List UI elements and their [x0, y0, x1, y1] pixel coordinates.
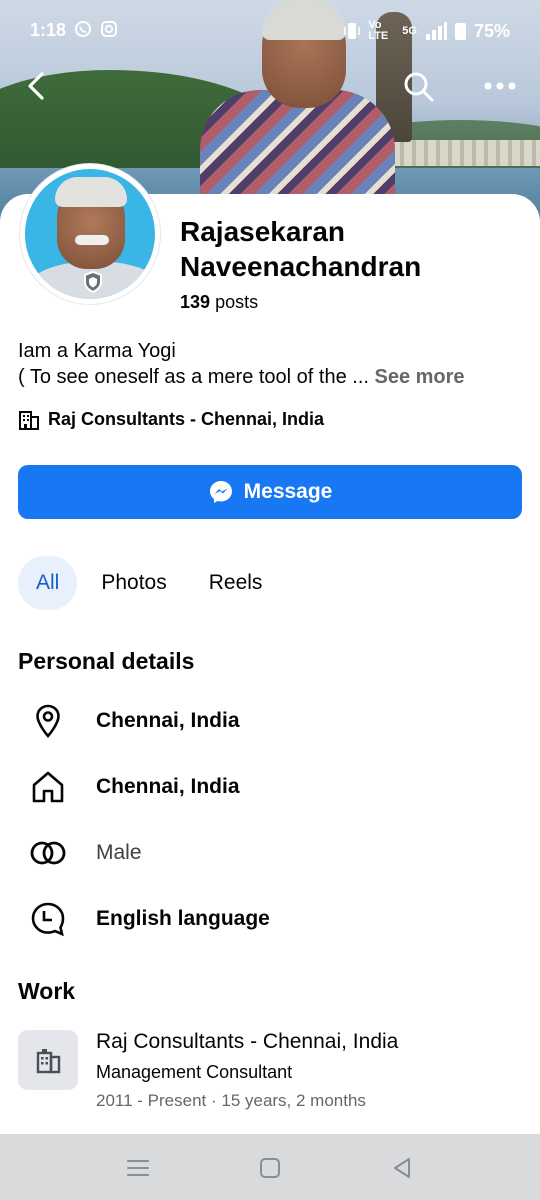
- profile-name-first: Rajasekaran: [180, 216, 346, 247]
- vibrate-icon: [344, 23, 361, 39]
- status-right: Vo LTE 5G 75%: [344, 20, 510, 42]
- location-pin-icon: [36, 704, 60, 738]
- detail-language-text: English language: [96, 907, 270, 930]
- whatsapp-icon: [75, 21, 91, 37]
- message-button[interactable]: Message: [18, 465, 522, 519]
- tab-photos[interactable]: Photos: [83, 556, 184, 610]
- battery-icon: [454, 22, 466, 40]
- search-icon[interactable]: [400, 68, 436, 104]
- see-more-link[interactable]: See more: [375, 366, 465, 388]
- tab-all[interactable]: All: [18, 556, 78, 610]
- work-icon-box: [18, 1030, 78, 1090]
- battery-percent: 75%: [473, 20, 510, 41]
- profile-workplace[interactable]: Raj Consultants - Chennai, India: [18, 408, 324, 430]
- volte-label: Vo LTE: [368, 19, 389, 42]
- cover-bridge: [380, 140, 540, 166]
- instagram-icon: [101, 21, 118, 37]
- posts-label: posts: [215, 292, 259, 312]
- notification-icons: [74, 20, 118, 40]
- detail-gender-text: Male: [96, 841, 142, 864]
- language-chat-icon: [31, 902, 65, 937]
- more-options-icon[interactable]: [478, 68, 522, 104]
- detail-hometown-text: Chennai, India: [96, 775, 240, 798]
- profile-avatar[interactable]: [20, 164, 160, 304]
- posts-number: 139: [180, 292, 211, 312]
- personal-details-title: Personal details: [18, 648, 195, 674]
- back-button-icon[interactable]: [388, 1154, 416, 1182]
- work-duration: 2011 - Present · 15 years, 2 months: [96, 1091, 366, 1110]
- detail-language[interactable]: English language: [18, 894, 518, 944]
- profile-tabs: All Photos Reels: [18, 556, 286, 610]
- status-bar: 1:18 Vo LTE 5G 75%: [0, 0, 540, 64]
- bio-line-1: Iam a Karma Yogi: [18, 340, 176, 362]
- detail-current-city-text: Chennai, India: [96, 709, 240, 732]
- avatar-hair: [55, 177, 127, 207]
- gender-rings-icon: [30, 841, 66, 865]
- building-icon: [19, 411, 39, 430]
- network-type: 5G: [402, 24, 417, 37]
- signal-icon: [425, 22, 447, 40]
- back-arrow-icon[interactable]: [20, 68, 56, 104]
- detail-current-city[interactable]: Chennai, India: [18, 696, 518, 746]
- home-button-icon[interactable]: [256, 1154, 284, 1182]
- posts-count[interactable]: 139 posts: [180, 292, 258, 313]
- profile-name: Rajasekaran Naveenachandran: [180, 214, 520, 284]
- message-button-label: Message: [243, 480, 333, 503]
- profile-guard-shield-icon: [84, 271, 102, 293]
- work-position: Management Consultant: [96, 1062, 293, 1082]
- tab-reels[interactable]: Reels: [191, 556, 281, 610]
- profile-name-last: Naveenachandran: [180, 251, 422, 282]
- work-company: Raj Consultants - Chennai, India: [96, 1030, 399, 1053]
- workplace-text: Raj Consultants - Chennai, India: [48, 408, 325, 429]
- bio-line-2-text: ( To see oneself as a mere tool of the .…: [18, 366, 369, 388]
- work-details: Raj Consultants - Chennai, India Managem…: [96, 1030, 398, 1116]
- recent-apps-icon[interactable]: [124, 1154, 152, 1182]
- detail-gender[interactable]: Male: [18, 828, 518, 878]
- messenger-icon: [209, 481, 232, 503]
- bio-line-2: ( To see oneself as a mere tool of the .…: [18, 364, 528, 390]
- home-icon: [32, 771, 64, 803]
- status-time: 1:18: [30, 20, 67, 40]
- profile-bio: Iam a Karma Yogi ( To see oneself as a m…: [18, 338, 528, 390]
- briefcase-building-icon: [36, 1049, 61, 1074]
- detail-hometown[interactable]: Chennai, India: [18, 762, 518, 812]
- work-section-title: Work: [18, 978, 76, 1004]
- avatar-mustache: [75, 235, 109, 245]
- work-entry[interactable]: Raj Consultants - Chennai, India Managem…: [18, 1030, 528, 1116]
- system-navigation-bar: [0, 1134, 540, 1200]
